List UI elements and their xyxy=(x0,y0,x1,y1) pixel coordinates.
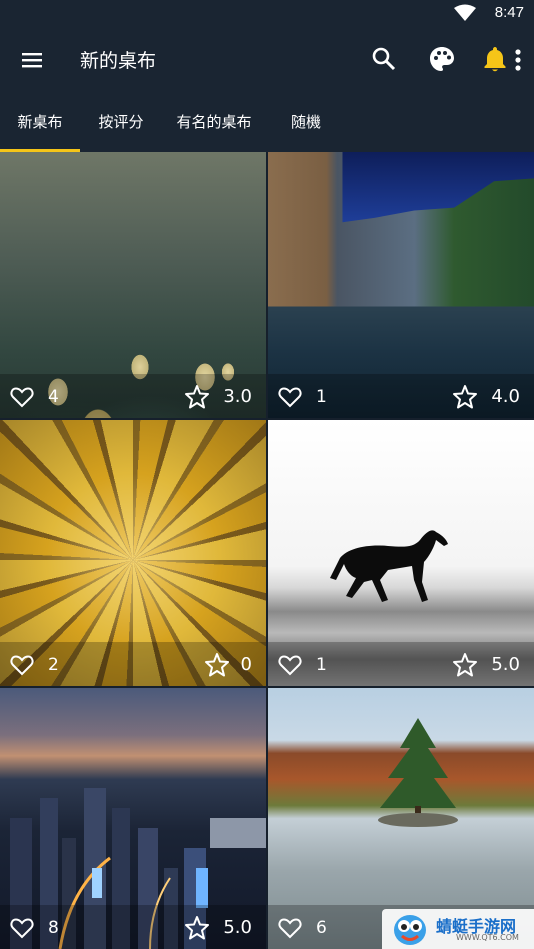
star-icon[interactable] xyxy=(204,652,230,677)
wallpaper-grid: 4 3.0 1 4.0 2 0 1 5.0 8 5.0 6 蜻蜓手游网 WWW.… xyxy=(0,152,534,949)
tab-new-wallpapers[interactable]: 新桌布 xyxy=(0,92,80,152)
heart-icon[interactable] xyxy=(10,654,34,676)
star-icon[interactable] xyxy=(184,915,210,940)
heart-icon[interactable] xyxy=(278,654,302,676)
palette-icon[interactable] xyxy=(428,45,456,73)
heart-icon[interactable] xyxy=(10,917,34,939)
tab-random[interactable]: 随機 xyxy=(278,92,334,152)
tab-famous-wallpapers[interactable]: 有名的桌布 xyxy=(166,92,262,152)
wallpaper-card[interactable]: 4 3.0 xyxy=(0,152,266,418)
heart-icon[interactable] xyxy=(10,386,34,408)
wifi-icon xyxy=(454,4,476,21)
wallpaper-card[interactable]: 1 5.0 xyxy=(268,420,534,686)
wallpaper-card[interactable]: 2 0 xyxy=(0,420,266,686)
search-icon[interactable] xyxy=(371,46,397,72)
mascot-logo-icon xyxy=(394,915,426,945)
heart-icon[interactable] xyxy=(278,386,302,408)
rating-value: 4.0 xyxy=(491,386,520,407)
watermark-url: WWW.QT6.COM xyxy=(456,933,519,942)
star-icon[interactable] xyxy=(184,384,210,409)
like-count: 8 xyxy=(48,918,59,938)
rating-value: 3.0 xyxy=(223,386,252,407)
wallpaper-card[interactable]: 6 蜻蜓手游网 WWW.QT6.COM xyxy=(268,688,534,949)
category-tabs: 新桌布 按评分 有名的桌布 随機 xyxy=(0,92,534,152)
status-bar: 8:47 xyxy=(0,0,534,28)
more-options-icon[interactable] xyxy=(512,47,524,73)
rating-value: 0 xyxy=(240,654,252,675)
like-count: 4 xyxy=(48,387,59,407)
site-watermark: 蜻蜓手游网 WWW.QT6.COM xyxy=(382,909,534,949)
app-toolbar: 新的桌布 xyxy=(0,28,534,92)
like-count: 1 xyxy=(316,387,327,407)
rating-value: 5.0 xyxy=(223,917,252,938)
tab-by-rating[interactable]: 按评分 xyxy=(85,92,157,152)
status-time: 8:47 xyxy=(494,4,524,21)
like-count: 2 xyxy=(48,655,59,675)
star-icon[interactable] xyxy=(452,652,478,677)
rating-value: 5.0 xyxy=(491,654,520,675)
notification-bell-icon[interactable] xyxy=(482,45,508,73)
wallpaper-card[interactable]: 8 5.0 xyxy=(0,688,266,949)
menu-icon[interactable] xyxy=(20,48,44,72)
like-count: 6 xyxy=(316,918,327,938)
heart-icon[interactable] xyxy=(278,917,302,939)
star-icon[interactable] xyxy=(452,384,478,409)
page-title: 新的桌布 xyxy=(80,50,157,72)
wallpaper-card[interactable]: 1 4.0 xyxy=(268,152,534,418)
like-count: 1 xyxy=(316,655,327,675)
